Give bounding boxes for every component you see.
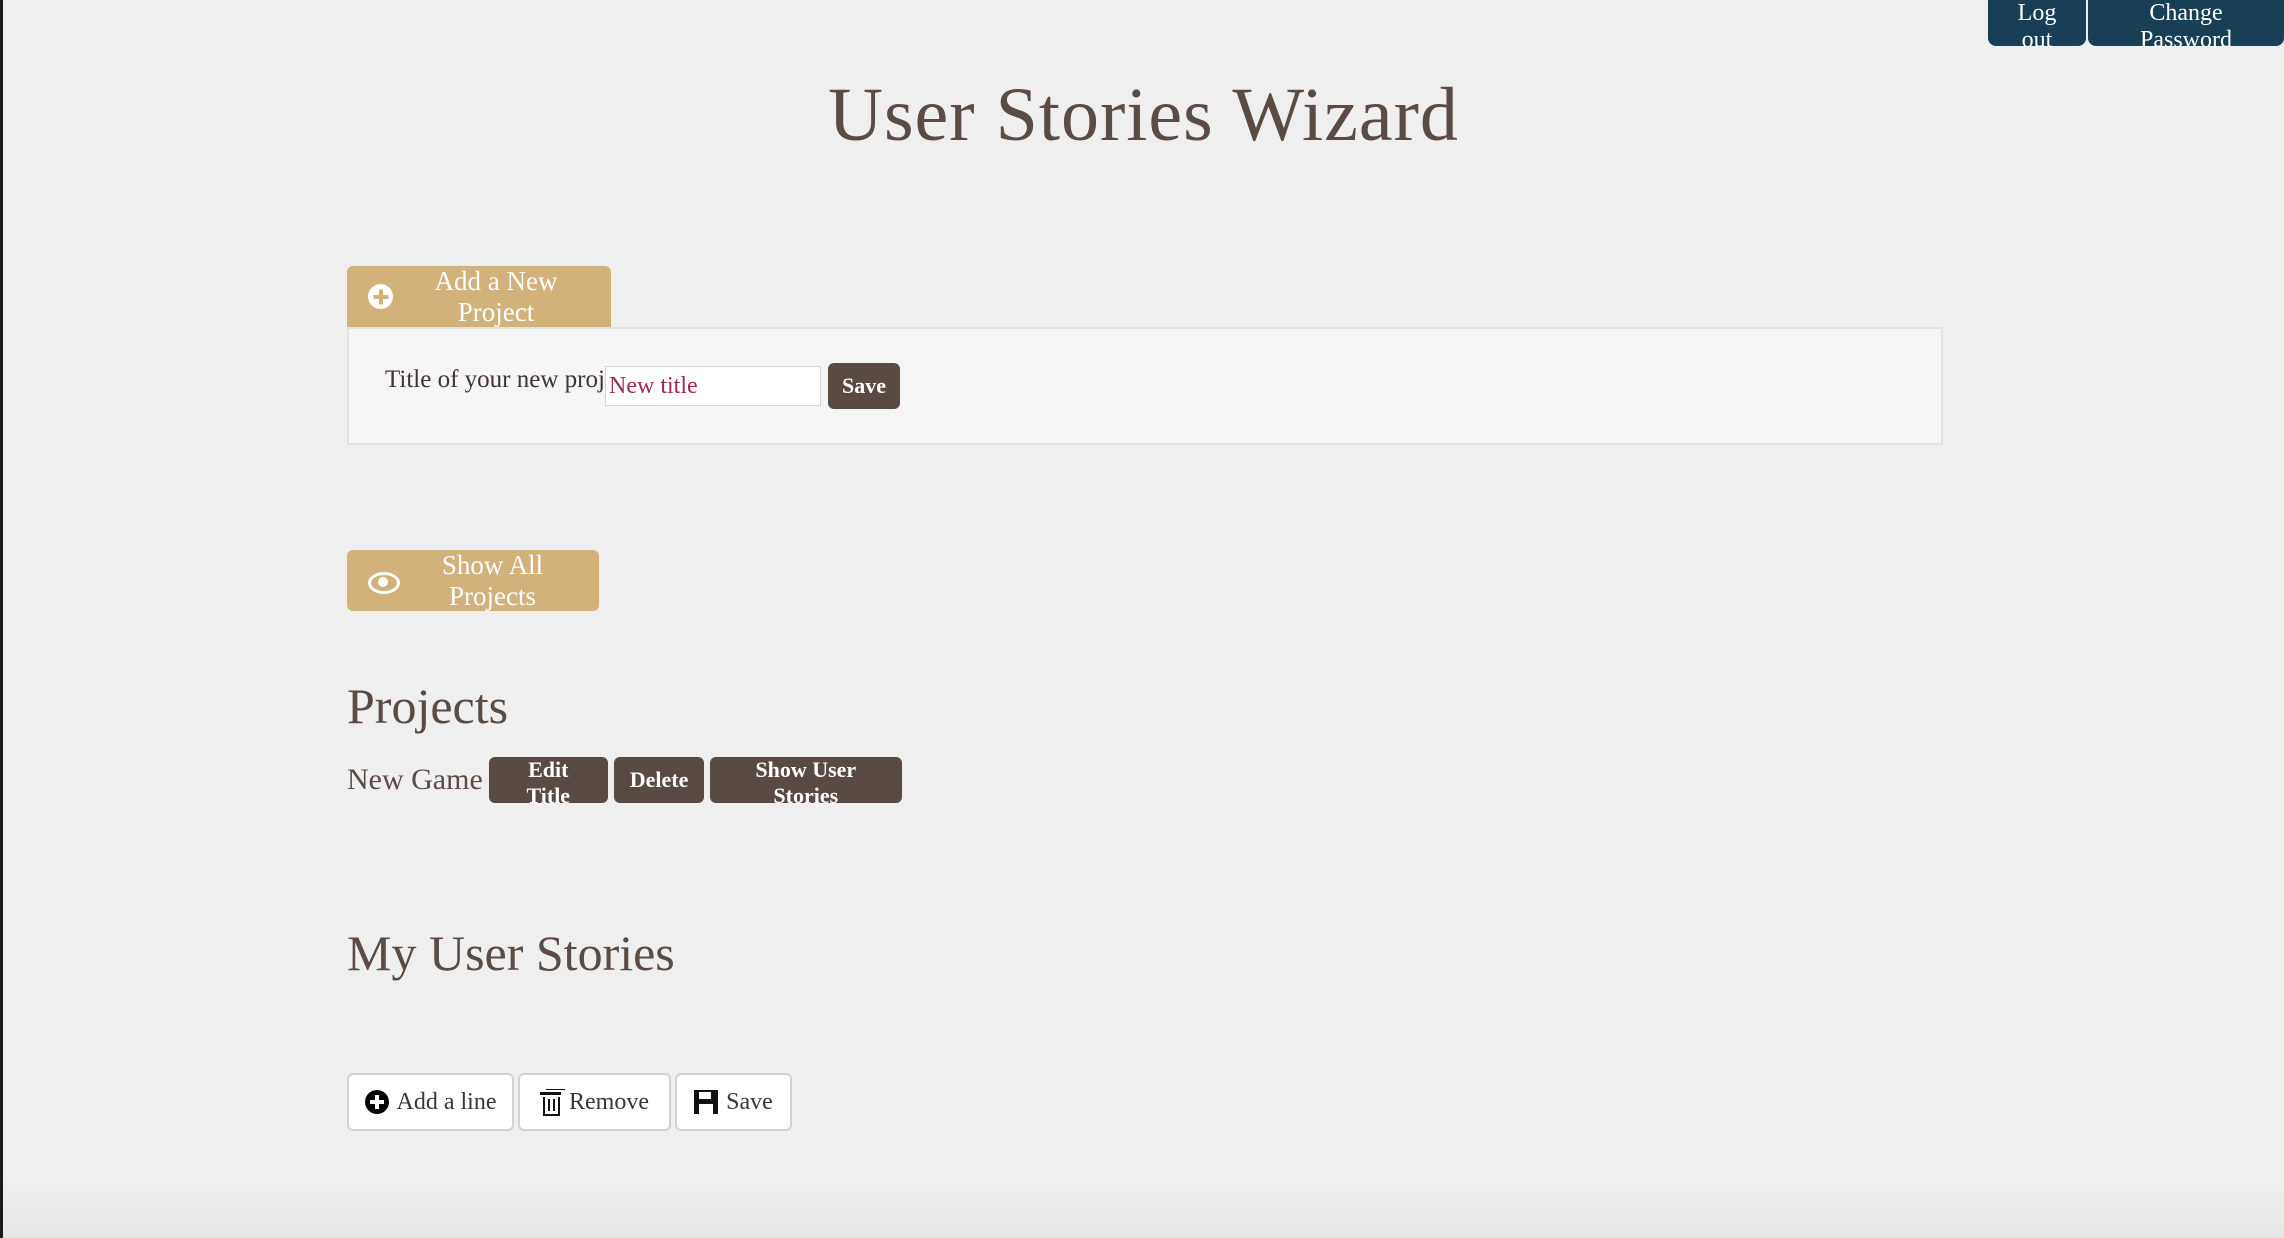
- user-stories-wizard-page: Log out Change Password User Stories Wiz…: [0, 0, 2284, 1238]
- new-project-title-input[interactable]: [605, 366, 821, 406]
- new-project-panel: Title of your new project Save: [347, 327, 1943, 445]
- save-user-stories-label: Save: [726, 1088, 773, 1115]
- show-user-stories-button[interactable]: Show User Stories: [709, 757, 902, 808]
- plus-circle-icon: [364, 1090, 389, 1114]
- top-account-actions: Log out Change Password: [1988, 0, 2284, 53]
- project-name: New Game: [347, 763, 483, 796]
- remove-button[interactable]: Remove: [518, 1073, 671, 1131]
- save-new-project-button[interactable]: Save: [828, 363, 900, 409]
- project-row: New Game Edit Title Delete Show User Sto…: [347, 756, 902, 808]
- user-stories-toolbar: Add a line Remove Save: [347, 1073, 792, 1131]
- show-all-projects-label: Show All Projects: [441, 549, 544, 611]
- show-all-projects-button[interactable]: Show All Projects: [347, 550, 599, 611]
- plus-circle-icon: [368, 284, 393, 309]
- delete-project-button[interactable]: Delete: [613, 757, 704, 803]
- add-line-label: Add a line: [396, 1088, 497, 1115]
- add-line-button[interactable]: Add a line: [347, 1073, 514, 1131]
- save-user-stories-button[interactable]: Save: [675, 1073, 792, 1131]
- trash-icon: [540, 1089, 561, 1116]
- projects-heading: Projects: [347, 678, 509, 734]
- eye-icon: [368, 570, 400, 594]
- floppy-disk-icon: [694, 1090, 719, 1114]
- remove-label: Remove: [569, 1088, 649, 1115]
- change-password-button[interactable]: Change Password: [2088, 0, 2284, 53]
- logout-button[interactable]: Log out: [1988, 0, 2086, 53]
- page-title: User Stories Wizard: [828, 73, 1459, 157]
- add-new-project-label: Add a New Project: [434, 265, 558, 327]
- add-new-project-button[interactable]: Add a New Project: [347, 266, 611, 327]
- new-project-title-label: Title of your new project: [385, 366, 635, 393]
- edit-title-button[interactable]: Edit Title: [488, 757, 608, 808]
- my-user-stories-heading: My User Stories: [347, 925, 675, 981]
